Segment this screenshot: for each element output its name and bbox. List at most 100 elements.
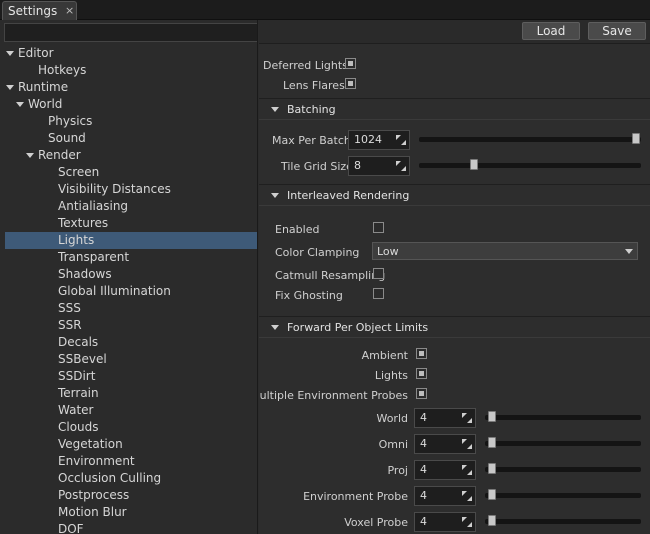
- tree-item-label: Lights: [58, 233, 95, 247]
- resize-handle-icon[interactable]: [462, 517, 472, 527]
- tree-item-label: Physics: [48, 114, 93, 128]
- tree-item-label: DOF: [58, 522, 84, 534]
- resize-handle-icon[interactable]: [462, 413, 472, 423]
- tree-item-world[interactable]: World: [0, 96, 257, 113]
- tree-item-label: Decals: [58, 335, 99, 349]
- section-batching[interactable]: Batching: [259, 98, 650, 120]
- lens-flares-checkbox[interactable]: [345, 78, 356, 89]
- tree-item-global-illumination[interactable]: Global Illumination: [0, 283, 257, 300]
- tree-item-ssr[interactable]: SSR: [0, 317, 257, 334]
- tree-item-sound[interactable]: Sound: [0, 130, 257, 147]
- catmull-resampling-checkbox[interactable]: [373, 268, 384, 279]
- world-slider[interactable]: [485, 411, 641, 422]
- voxel-probe-slider[interactable]: [485, 515, 641, 526]
- tree-item-render[interactable]: Render: [0, 147, 257, 164]
- tree-item-sss[interactable]: SSS: [0, 300, 257, 317]
- tree-item-label: Textures: [58, 216, 109, 230]
- tile-grid-size-slider[interactable]: [419, 159, 641, 170]
- tree-item-hotkeys[interactable]: Hotkeys: [0, 62, 257, 79]
- save-button[interactable]: Save: [588, 22, 646, 40]
- multiple-environment-probes-checkbox[interactable]: [416, 388, 427, 399]
- tree-item-dof[interactable]: DOF: [0, 521, 257, 534]
- lights-checkbox[interactable]: [416, 368, 427, 379]
- omni-slider-thumb[interactable]: [488, 437, 496, 448]
- tree-item-decals[interactable]: Decals: [0, 334, 257, 351]
- max-per-batch-label: Max Per Batch: [272, 134, 351, 147]
- tree-item-visibility-distances[interactable]: Visibility Distances: [0, 181, 257, 198]
- tree-item-screen[interactable]: Screen: [0, 164, 257, 181]
- tree-item-ssdirt[interactable]: SSDirt: [0, 368, 257, 385]
- omni-spinbox[interactable]: 4: [414, 434, 476, 454]
- tree-item-terrain[interactable]: Terrain: [0, 385, 257, 402]
- omni-value: 4: [420, 437, 427, 450]
- enabled-label: Enabled: [275, 223, 320, 236]
- resize-handle-icon[interactable]: [396, 161, 406, 171]
- ambient-checkbox[interactable]: [416, 348, 427, 359]
- proj-slider-thumb[interactable]: [488, 463, 496, 474]
- max-per-batch-slider-thumb[interactable]: [632, 133, 640, 144]
- resize-handle-icon[interactable]: [462, 439, 472, 449]
- tree-item-label: Shadows: [58, 267, 112, 281]
- chevron-down-icon[interactable]: [16, 102, 24, 107]
- chevron-down-icon[interactable]: [6, 85, 14, 90]
- tree-item-label: SSBevel: [58, 352, 107, 366]
- voxel-probe-spinbox[interactable]: 4: [414, 512, 476, 532]
- tree-item-textures[interactable]: Textures: [0, 215, 257, 232]
- tree-item-transparent[interactable]: Transparent: [0, 249, 257, 266]
- tree-item-occlusion-culling[interactable]: Occlusion Culling: [0, 470, 257, 487]
- resize-handle-icon[interactable]: [462, 465, 472, 475]
- environment-probe-slider-thumb[interactable]: [488, 489, 496, 500]
- tree-item-water[interactable]: Water: [0, 402, 257, 419]
- omni-label: Omni: [378, 438, 408, 451]
- tree-item-runtime[interactable]: Runtime: [0, 79, 257, 96]
- multiple-environment-probes-label: Multiple Environment Probes: [259, 389, 408, 402]
- proj-slider[interactable]: [485, 463, 641, 474]
- tree-item-lights[interactable]: Lights: [5, 232, 257, 249]
- tree-item-ssbevel[interactable]: SSBevel: [0, 351, 257, 368]
- tab-settings[interactable]: Settings ×: [2, 1, 77, 20]
- settings-content-panel: Load Save Deferred Lights Lens Flares Ba…: [259, 20, 650, 534]
- tile-grid-size-spinbox[interactable]: 8: [348, 156, 410, 176]
- section-forward-title: Forward Per Object Limits: [287, 321, 429, 334]
- resize-handle-icon[interactable]: [396, 135, 406, 145]
- proj-spinbox[interactable]: 4: [414, 460, 476, 480]
- tree-item-shadows[interactable]: Shadows: [0, 266, 257, 283]
- fix-ghosting-checkbox[interactable]: [373, 288, 384, 299]
- tree-item-label: Visibility Distances: [58, 182, 171, 196]
- world-slider-thumb[interactable]: [488, 411, 496, 422]
- max-per-batch-slider[interactable]: [419, 133, 641, 144]
- tree-item-label: Water: [58, 403, 94, 417]
- tree-item-physics[interactable]: Physics: [0, 113, 257, 130]
- lens-flares-label: Lens Flares: [283, 79, 345, 92]
- deferred-lights-checkbox[interactable]: [345, 58, 356, 69]
- tree-item-postprocess[interactable]: Postprocess: [0, 487, 257, 504]
- tree-item-clouds[interactable]: Clouds: [0, 419, 257, 436]
- voxel-probe-value: 4: [420, 515, 427, 528]
- environment-probe-slider[interactable]: [485, 489, 641, 500]
- tree-item-label: Clouds: [58, 420, 99, 434]
- environment-probe-spinbox[interactable]: 4: [414, 486, 476, 506]
- section-forward-limits[interactable]: Forward Per Object Limits: [259, 316, 650, 338]
- close-icon[interactable]: ×: [65, 4, 74, 17]
- tile-grid-size-slider-thumb[interactable]: [470, 159, 478, 170]
- tree-item-vegetation[interactable]: Vegetation: [0, 436, 257, 453]
- world-spinbox[interactable]: 4: [414, 408, 476, 428]
- lights-label: Lights: [374, 369, 408, 382]
- voxel-probe-slider-thumb[interactable]: [488, 515, 496, 526]
- load-button[interactable]: Load: [522, 22, 580, 40]
- color-clamping-dropdown[interactable]: Low: [372, 242, 638, 260]
- tree-item-antialiasing[interactable]: Antialiasing: [0, 198, 257, 215]
- resize-handle-icon[interactable]: [462, 491, 472, 501]
- tree-item-editor[interactable]: Editor: [0, 45, 257, 62]
- search-input[interactable]: [4, 23, 257, 42]
- enabled-checkbox[interactable]: [373, 222, 384, 233]
- tree-item-label: Screen: [58, 165, 100, 179]
- color-clamping-label: Color Clamping: [275, 246, 360, 259]
- max-per-batch-spinbox[interactable]: 1024: [348, 130, 410, 150]
- omni-slider[interactable]: [485, 437, 641, 448]
- tree-item-environment[interactable]: Environment: [0, 453, 257, 470]
- chevron-down-icon[interactable]: [26, 153, 34, 158]
- section-interleaved-rendering[interactable]: Interleaved Rendering: [259, 184, 650, 206]
- chevron-down-icon[interactable]: [6, 51, 14, 56]
- tree-item-motion-blur[interactable]: Motion Blur: [0, 504, 257, 521]
